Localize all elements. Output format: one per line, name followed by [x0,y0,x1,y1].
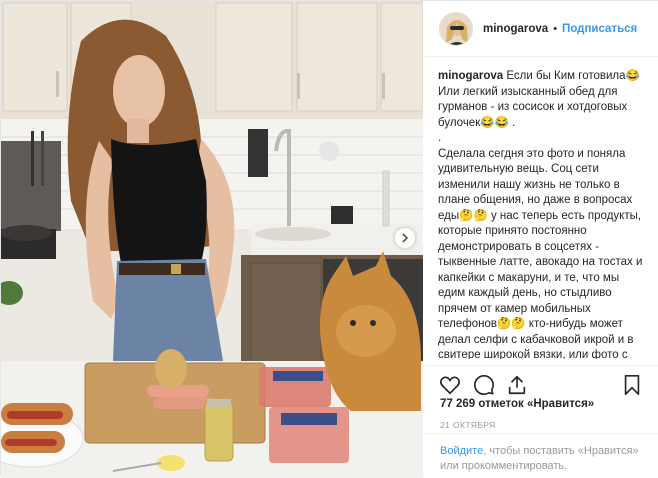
post-caption: minogarova Если бы Ким готовила😂 Или лег… [438,69,648,359]
comment-icon[interactable] [473,374,495,396]
next-photo-button[interactable] [395,228,415,248]
action-bar [424,365,658,395]
post-photo[interactable] [1,1,423,478]
bookmark-icon[interactable] [621,374,643,396]
caption-username[interactable]: minogarova [438,70,503,82]
caption-first-line: minogarova Если бы Ким готовила😂 Или лег… [438,69,648,131]
kitchen-photo [1,1,423,478]
post-header: minogarova • Подписаться [424,1,658,57]
login-link[interactable]: Войдите [440,445,483,457]
caption-body: Сделала сегдня это фото и поняла удивите… [438,147,643,360]
chevron-right-icon [402,233,409,243]
header-username[interactable]: minogarova [483,23,548,35]
post-date[interactable]: 21 ОКТЯБРЯ [440,420,496,430]
avatar-image [440,12,472,45]
caption-dot-line: . [438,132,442,144]
follow-button[interactable]: Подписаться [562,23,637,35]
likes-count[interactable]: 77 269 отметок «Нравится» [440,398,594,410]
avatar[interactable] [439,11,473,46]
post-sidebar: minogarova • Подписаться minogarova Если… [424,1,658,478]
comment-prompt: Войдите, чтобы поставить «Нравится» или … [424,433,658,478]
heart-icon[interactable] [439,374,461,396]
instagram-post: minogarova • Подписаться minogarova Если… [0,0,658,478]
header-separator: • [553,22,558,35]
share-icon[interactable] [506,374,528,396]
